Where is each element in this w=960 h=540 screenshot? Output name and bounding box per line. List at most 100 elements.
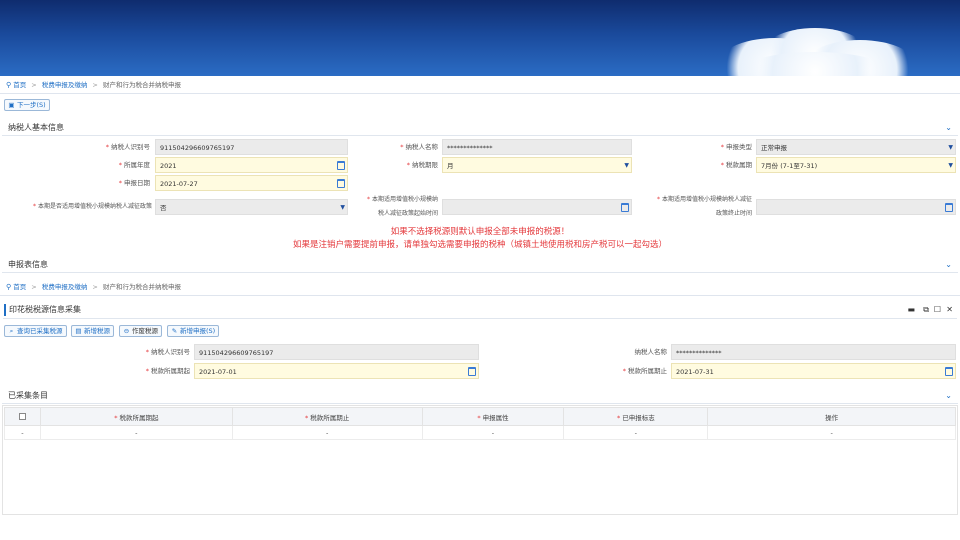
- calendar-icon[interactable]: [337, 179, 345, 188]
- select-all-checkbox[interactable]: [18, 413, 26, 420]
- breadcrumb-home[interactable]: 首页: [13, 283, 26, 291]
- accent-bar: [4, 304, 6, 316]
- warning-text-1: 如果不选择税源则默认申报全部未申报的税源！: [390, 227, 570, 237]
- table-cell: -: [563, 425, 709, 440]
- policy-start-field[interactable]: [442, 199, 632, 215]
- breadcrumb-level1[interactable]: 税费申报及缴纳: [42, 283, 88, 291]
- table-header-row: * 税款所属期起 * 税款所属期止 * 申报属性 * 已申报标志 操作: [4, 407, 956, 426]
- col-declared-flag: * 已申报标志: [563, 407, 709, 426]
- close-icon[interactable]: ✕: [946, 301, 953, 319]
- year-field[interactable]: 2021: [155, 157, 348, 173]
- period-label: * 纳税期限: [406, 161, 438, 169]
- decl-type-select[interactable]: 正常申报 ▼: [756, 139, 956, 155]
- section-collected-items[interactable]: 已采集条目 ⌄: [2, 388, 958, 404]
- tin-label: * 纳税人识别号: [105, 143, 150, 151]
- breadcrumb-level1[interactable]: 税费申报及缴纳: [42, 81, 88, 89]
- section-title: 已采集条目: [8, 391, 48, 400]
- chevron-down-icon[interactable]: ⌄: [945, 388, 952, 404]
- save-icon: ▣: [8, 101, 15, 109]
- decl-type-label: * 申报类型: [720, 143, 752, 151]
- chevron-down-icon[interactable]: ⌄: [945, 120, 952, 136]
- decl-date-value: 2021-07-27: [160, 180, 198, 188]
- calendar-icon[interactable]: [337, 161, 345, 170]
- table-cell: -: [4, 425, 41, 440]
- breadcrumb-current: 财产和行为税合并纳税申报: [102, 283, 181, 291]
- belong-period-select[interactable]: 7月份 (7-1至7-31) ▼: [756, 157, 956, 173]
- next-step-button[interactable]: ▣ 下一步(S): [4, 99, 50, 111]
- decl-date-field[interactable]: 2021-07-27: [155, 175, 348, 191]
- table-cell: -: [39, 425, 233, 440]
- breadcrumb-separator: >: [92, 81, 98, 89]
- stamp-start-field[interactable]: 2021-07-01: [194, 363, 479, 379]
- section-declaration-info[interactable]: 申报表信息 ⌄: [2, 257, 958, 273]
- policy-label: * 本期是否适用增值税小规模纳税人减征政策: [32, 203, 152, 210]
- search-icon: ⌕: [9, 327, 14, 335]
- next-step-label: 下一步(S): [17, 101, 46, 109]
- stamp-tin-field: 911504296609765197: [194, 344, 479, 360]
- panel-title: 印花税税源信息采集: [9, 305, 81, 314]
- minimize-icon[interactable]: ▬: [907, 301, 915, 319]
- maximize-icon[interactable]: ☐: [934, 301, 941, 319]
- tin-field: 911504296609765197: [155, 139, 348, 155]
- location-pin-icon: ⚲: [6, 81, 12, 89]
- stamp-start-value: 2021-07-01: [199, 368, 237, 376]
- query-label: 查询已采集税源: [17, 327, 63, 335]
- decl-type-value: 正常申报: [761, 144, 787, 152]
- breadcrumb-current: 财产和行为税合并纳税申报: [102, 81, 181, 89]
- stamp-tin-label: * 纳税人识别号: [145, 348, 190, 356]
- dropdown-arrow-icon[interactable]: ▼: [948, 140, 953, 156]
- belong-period-value: 7月份 (7-1至7-31): [761, 162, 818, 170]
- chevron-down-icon[interactable]: ⌄: [945, 257, 952, 273]
- calendar-icon[interactable]: [945, 367, 953, 376]
- taxpayer-name-label: * 纳税人名称: [400, 143, 438, 151]
- calendar-icon[interactable]: [621, 203, 629, 212]
- policy-select[interactable]: 否 ▼: [155, 199, 348, 215]
- policy-start-label: * 本期适用增值税小规模纳 税人减征政策起始时间: [366, 196, 438, 217]
- stamp-start-label: * 税款所属期起: [145, 367, 190, 375]
- new-decl-label: 新增申报(S): [180, 327, 216, 335]
- decl-date-label: * 申报日期: [118, 179, 150, 187]
- calendar-icon[interactable]: [945, 203, 953, 212]
- collected-table: * 税款所属期起 * 税款所属期止 * 申报属性 * 已申报标志 操作 - - - - …: [4, 407, 956, 440]
- stamp-end-value: 2021-07-31: [676, 368, 714, 376]
- new-declaration-button[interactable]: ✎ 新增申报(S): [167, 325, 220, 337]
- stamp-name-field: **************: [671, 344, 956, 360]
- add-icon: ▤: [75, 327, 82, 335]
- col-end: * 税款所属期止: [231, 407, 423, 426]
- query-collected-button[interactable]: ⌕ 查询已采集税源: [4, 325, 67, 337]
- section-taxpayer-info[interactable]: 纳税人基本信息 ⌄: [2, 120, 958, 136]
- taxpayer-name-field: **************: [442, 139, 632, 155]
- void-icon: ⊖: [123, 327, 130, 335]
- add-label: 新增税源: [84, 327, 110, 335]
- period-value: 月: [447, 162, 454, 170]
- stamp-end-label: * 税款所属期止: [622, 367, 667, 375]
- period-select[interactable]: 月 ▼: [442, 157, 632, 173]
- breadcrumb-home[interactable]: 首页: [13, 81, 26, 89]
- stamp-end-field[interactable]: 2021-07-31: [671, 363, 956, 379]
- void-source-button[interactable]: ⊖ 作废税源: [119, 325, 162, 337]
- breadcrumb: ⚲ 首页 > 税费申报及缴纳 > 财产和行为税合并纳税申报: [6, 79, 181, 91]
- belong-period-label: * 税款属期: [720, 161, 752, 169]
- policy-value: 否: [160, 204, 167, 212]
- dropdown-arrow-icon[interactable]: ▼: [624, 158, 629, 174]
- year-value: 2021: [160, 162, 177, 170]
- section-title: 纳税人基本信息: [8, 123, 64, 132]
- void-label: 作废税源: [132, 327, 158, 335]
- restore-icon[interactable]: ⧉: [923, 301, 929, 319]
- breadcrumb-2: ⚲ 首页 > 税费申报及缴纳 > 财产和行为税合并纳税申报: [6, 281, 181, 293]
- page: ⚲ 首页 > 税费申报及缴纳 > 财产和行为税合并纳税申报 ▣ 下一步(S) 纳税…: [0, 0, 960, 540]
- section-title: 申报表信息: [8, 260, 48, 269]
- policy-end-label: * 本期适用增值税小规模纳税人减征 政策终止时间: [656, 196, 752, 217]
- add-source-button[interactable]: ▤ 新增税源: [71, 325, 114, 337]
- calendar-icon[interactable]: [468, 367, 476, 376]
- table-cell: -: [231, 425, 423, 440]
- dropdown-arrow-icon[interactable]: ▼: [340, 200, 345, 216]
- stamp-panel-header: 印花税税源信息采集 ▬ ⧉ ☐ ✕: [3, 301, 957, 319]
- breadcrumb-separator: >: [31, 283, 37, 291]
- select-all-cell[interactable]: [4, 407, 41, 426]
- policy-end-field[interactable]: [756, 199, 956, 215]
- breadcrumb-separator: >: [92, 283, 98, 291]
- warning-text-2: 如果是注销户需要提前申报，请单独勾选需要申报的税种（城镇土地使用税和房产税可以一…: [292, 240, 667, 250]
- edit-icon: ✎: [171, 327, 178, 335]
- dropdown-arrow-icon[interactable]: ▼: [948, 158, 953, 174]
